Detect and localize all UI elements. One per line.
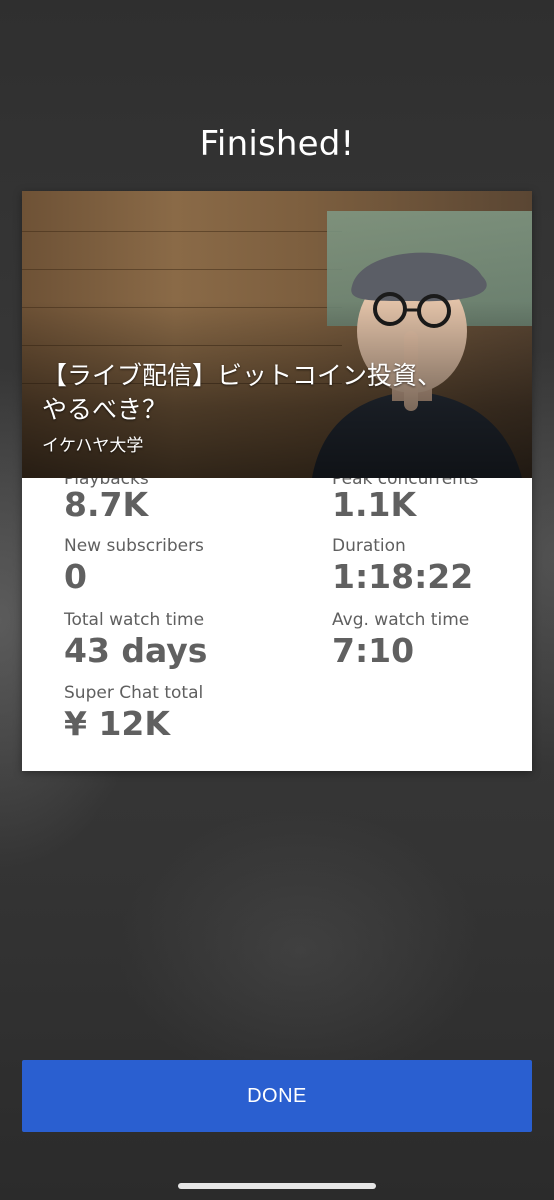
channel-name: イケハヤ大学: [42, 436, 144, 456]
video-title: 【ライブ配信】ビットコイン投資、やるべき？: [42, 361, 443, 424]
avg-watch-time-stat: Avg. watch time 7:10: [332, 609, 469, 671]
home-indicator[interactable]: [178, 1183, 376, 1189]
duration-stat: Duration 1:18:22: [332, 535, 473, 597]
new-subscribers-value: 0: [64, 557, 87, 596]
super-chat-total-label: Super Chat total: [64, 683, 204, 703]
playbacks-value: 8.7K: [64, 485, 149, 524]
new-subscribers-label: New subscribers: [64, 536, 204, 556]
playbacks-stat: 8.7K: [64, 485, 148, 525]
total-watch-time-label: Total watch time: [64, 610, 205, 630]
stream-summary-card: 【ライブ配信】ビットコイン投資、やるべき？ イケハヤ大学 Playbacks 8…: [22, 191, 532, 771]
avg-watch-time-label: Avg. watch time: [332, 610, 470, 630]
total-watch-time-value: 43 days: [64, 631, 208, 670]
done-button[interactable]: DONE: [22, 1060, 532, 1132]
total-watch-time-stat: Total watch time 43 days: [64, 609, 207, 671]
video-thumbnail: 【ライブ配信】ビットコイン投資、やるべき？ イケハヤ大学: [22, 191, 532, 478]
duration-label: Duration: [332, 536, 406, 556]
super-chat-total-value: ¥ 12K: [64, 704, 170, 743]
peak-concurrents-value: 1.1K: [332, 485, 417, 524]
super-chat-total-stat: Super Chat total ¥ 12K: [64, 682, 203, 744]
page-title: Finished!: [199, 124, 355, 164]
duration-value: 1:18:22: [332, 557, 474, 596]
new-subscribers-stat: New subscribers 0: [64, 535, 204, 597]
avg-watch-time-value: 7:10: [332, 631, 415, 670]
peak-concurrents-stat: 1.1K: [332, 485, 416, 525]
